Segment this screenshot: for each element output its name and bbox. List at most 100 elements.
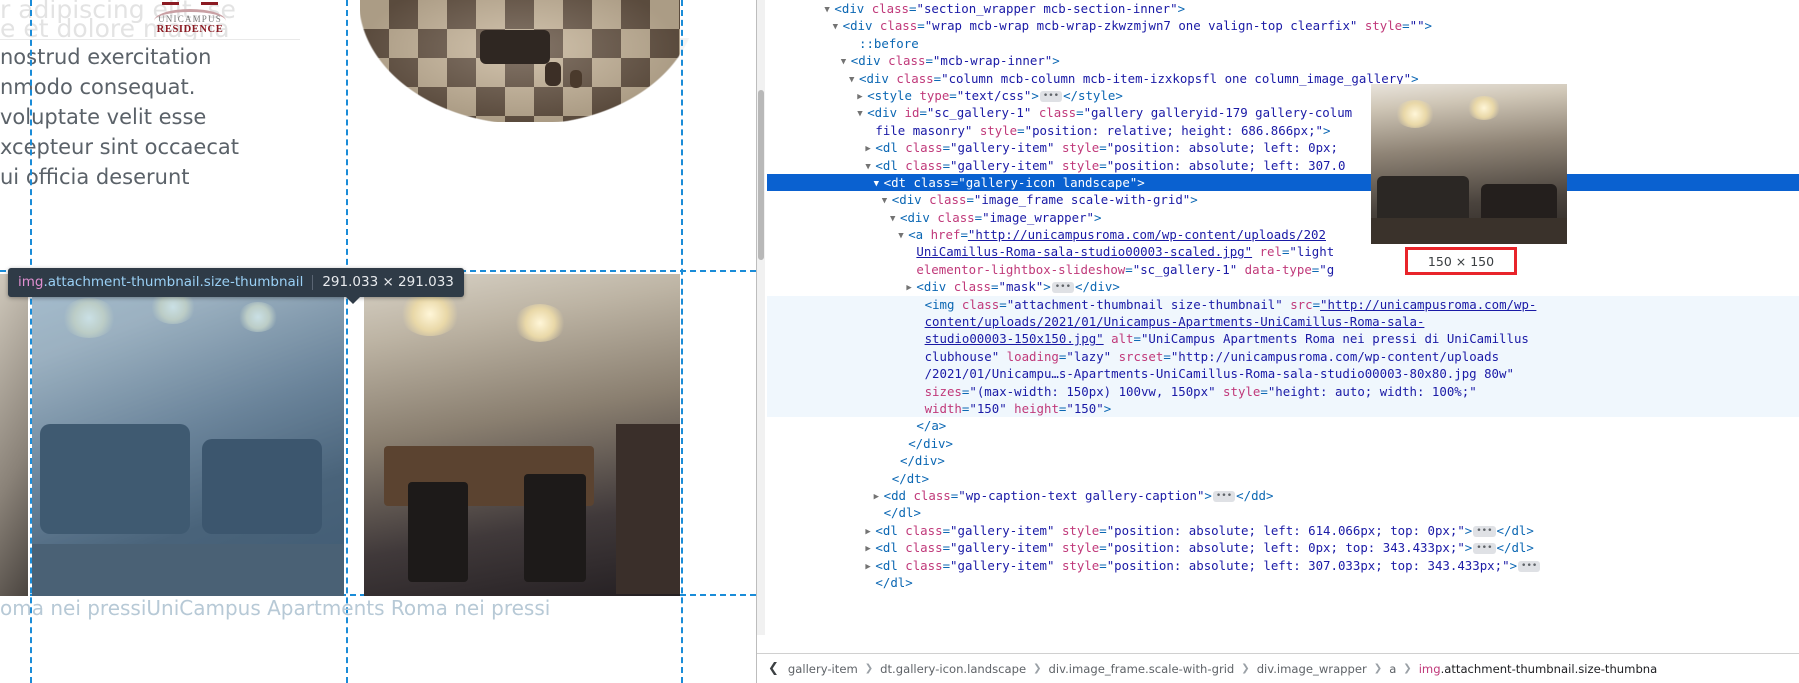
dom-line-content: <dl class="gallery-item" style="position… — [875, 540, 1534, 556]
breadcrumb: ❮ gallery-item ❯ dt.gallery-icon.landscape… — [757, 653, 1799, 683]
dom-line[interactable]: ▼ <div class="mcb-wrap-inner"> — [767, 52, 1799, 69]
dom-line-content: /2021/01/Unicampu…s-Apartments-UniCamill… — [924, 366, 1514, 382]
dom-line[interactable]: ▼ <div class="section_wrapper mcb-section… — [767, 0, 1799, 17]
site-logo[interactable]: UNICAMPUS RESIDENCE — [150, 0, 230, 38]
dom-line-content: UniCamillus-Roma-sala-studio00003-scaled… — [916, 244, 1335, 260]
dom-line[interactable]: ▶ <style type="text/css"> ••• </style> — [767, 87, 1799, 104]
breadcrumb-separator: ❯ — [1241, 663, 1250, 674]
dom-line[interactable]: ▼ <div class="image_frame scale-with-grid… — [767, 191, 1799, 208]
inspector-tooltip: img.attachment-thumbnail.size-thumbnail … — [8, 268, 464, 304]
dom-line-content: <div class="section_wrapper mcb-section-… — [834, 1, 1186, 16]
dom-line[interactable]: ▼ <div class="image_wrapper"> — [767, 209, 1799, 226]
dom-line[interactable]: <img class="attachment-thumbnail size-th… — [767, 295, 1799, 314]
page-body-text: nostrud exercitation nmodo consequat. vo… — [0, 42, 756, 192]
dom-line[interactable]: ▶ <dl class="gallery-item" style="positio… — [767, 139, 1799, 156]
dom-line-content: <div class="wrap mcb-wrap mcb-wrap-zkwzm… — [842, 18, 1433, 34]
breadcrumb-separator: ❯ — [1373, 663, 1383, 674]
dom-line-content: <dl class="gallery-item" style="position… — [875, 157, 1346, 173]
dom-line-content: <div id="sc_gallery-1" class="gallery ga… — [867, 105, 1353, 121]
dom-line-content: </dl> — [875, 574, 913, 590]
dom-line[interactable]: </dl> — [767, 574, 1799, 591]
dom-line[interactable]: file masonry" style="position: relative;… — [767, 122, 1799, 139]
breadcrumb-separator: ❯ — [1403, 663, 1412, 674]
dom-line-content: <dl class="gallery-item" style="position… — [875, 140, 1338, 156]
dom-line-content: </a> — [916, 418, 947, 434]
dom-line-content: file masonry" style="position: relative;… — [875, 122, 1331, 138]
logo-line-2: RESIDENCE — [156, 24, 224, 35]
dom-line[interactable]: ▶ <dl class="gallery-item" style="positio… — [767, 557, 1799, 574]
devtools-spacer — [757, 635, 1799, 653]
dom-line[interactable]: ::before — [767, 35, 1799, 52]
dom-tree-view[interactable]: ▼ <div class="section_wrapper mcb-section… — [767, 0, 1799, 635]
dom-line[interactable]: sizes="(max-width: 150px) 100vw, 150px" … — [767, 382, 1799, 400]
dom-line[interactable]: ▼ <div id="sc_gallery-1" class="gallery g… — [767, 104, 1799, 121]
breadcrumb-separator: ❯ — [1033, 663, 1042, 674]
tooltip-classes: .attachment-thumbnail.size-thumbnail — [43, 274, 304, 290]
gallery-thumb-edge[interactable] — [0, 274, 28, 596]
breadcrumb-item[interactable]: div.image_wrapper — [1255, 662, 1369, 676]
breadcrumb-item[interactable]: dt.gallery-icon.landscape — [878, 662, 1028, 676]
body-line-2: nmodo consequat. — [0, 75, 196, 99]
dom-line[interactable]: ▼ <div class="wrap mcb-wrap mcb-wrap-zkwz… — [767, 17, 1799, 34]
dom-line[interactable]: </div> — [767, 452, 1799, 469]
dom-line[interactable]: studio00003-150x150.jpg" alt="UniCampus … — [767, 330, 1799, 348]
browser-viewport: r adipiscing elit, se e et dolore magna … — [0, 0, 756, 683]
dom-line-content: <div class="mask"> ••• </div> — [916, 279, 1120, 295]
dom-line-content: <div class="column mcb-column mcb-item-i… — [859, 70, 1419, 86]
body-line-5: ui officia deserunt — [0, 165, 190, 189]
dom-line-content: sizes="(max-width: 150px) 100vw, 150px" … — [924, 383, 1477, 399]
dom-line[interactable]: </div> — [767, 435, 1799, 452]
dom-line[interactable]: ▼ <dl class="gallery-item" style="positio… — [767, 157, 1799, 174]
dom-line[interactable]: /2021/01/Unicampu…s-Apartments-UniCamill… — [767, 365, 1799, 383]
dom-line-content: <dl class="gallery-item" style="position… — [875, 522, 1534, 538]
devtools-panel: ▼ <div class="section_wrapper mcb-section… — [756, 0, 1799, 683]
dom-line-content: <img class="attachment-thumbnail size-th… — [924, 296, 1537, 312]
dom-line[interactable]: clubhouse" loading="lazy" srcset="http:/… — [767, 347, 1799, 366]
breadcrumb-item[interactable]: img.attachment-thumbnail.size-thumbna — [1417, 662, 1660, 676]
dom-line[interactable]: UniCamillus-Roma-sala-studio00003-scaled… — [767, 243, 1799, 260]
dom-line-content: <style type="text/css"> ••• </style> — [867, 87, 1123, 103]
gallery-thumb-2[interactable] — [364, 274, 680, 596]
tooltip-selector: img.attachment-thumbnail.size-thumbnail — [18, 274, 303, 290]
gallery-caption-text: oma nei pressiUniCampus Apartments Roma … — [0, 596, 551, 620]
dom-line-content: <dt class="gallery-icon landscape"> — [883, 174, 1145, 190]
dom-line[interactable]: ▶ <dl class="gallery-item" style="positio… — [767, 522, 1799, 539]
dom-line[interactable]: ▼ <div class="column mcb-column mcb-item-… — [767, 70, 1799, 87]
tooltip-divider — [312, 274, 314, 290]
dom-line-content: </div> — [908, 435, 953, 451]
image-preview-popup — [1371, 84, 1567, 244]
scrollbar-track[interactable] — [757, 0, 765, 683]
inspector-highlight-overlay — [32, 274, 344, 596]
body-line-1: nostrud exercitation — [0, 45, 212, 69]
dom-line-content: studio00003-150x150.jpg" alt="UniCampus … — [924, 331, 1529, 347]
breadcrumb-item[interactable]: a — [1387, 662, 1398, 676]
screenshot-root: r adipiscing elit, se e et dolore magna … — [0, 0, 1799, 683]
dom-line-content: <dl class="gallery-item" style="position… — [875, 558, 1541, 573]
dom-line[interactable]: </dt> — [767, 470, 1799, 487]
image-size-badge: 150 × 150 — [1405, 247, 1517, 275]
dom-line[interactable]: ▶ <dd class="wp-caption-text gallery-capt… — [767, 487, 1799, 504]
dom-line[interactable]: ▼ <a href="http://unicampusroma.com/wp-co… — [767, 226, 1799, 243]
dom-line[interactable]: width="150" height="150"> — [767, 399, 1799, 418]
body-line-3: voluptate velit esse — [0, 105, 207, 129]
logo-arc-icon — [154, 9, 226, 21]
tooltip-tag: img — [18, 274, 44, 290]
dom-line-content: <div class="image_wrapper"> — [900, 209, 1102, 225]
scrollbar-thumb[interactable] — [758, 90, 764, 260]
dom-line[interactable]: elementor-lightbox-slideshow="sc_gallery… — [767, 261, 1799, 278]
dom-line-content: </dl> — [883, 505, 921, 521]
breadcrumb-item[interactable]: div.image_frame.scale-with-grid — [1047, 662, 1237, 676]
breadcrumb-back-chevron-left-icon[interactable]: ❮ — [765, 661, 786, 676]
dom-line[interactable]: </a> — [767, 417, 1799, 434]
dom-line[interactable]: ▶ <dl class="gallery-item" style="positio… — [767, 539, 1799, 556]
dom-line[interactable]: content/uploads/2021/01/Unicampus-Apartm… — [767, 313, 1799, 331]
dom-line-content: elementor-lightbox-slideshow="sc_gallery… — [916, 261, 1335, 277]
breadcrumb-item[interactable]: gallery-item — [786, 662, 860, 676]
gallery-thumb-selected[interactable] — [32, 274, 344, 596]
breadcrumb-item-classes: .attachment-thumbnail.size-thumbna — [1440, 661, 1658, 676]
dom-line[interactable]: ▶ <div class="mask"> ••• </div> — [767, 278, 1799, 295]
dom-line-selected[interactable]: ▼ <dt class="gallery-icon landscape"> — [767, 173, 1799, 192]
dom-line[interactable]: </dl> — [767, 504, 1799, 521]
tooltip-dimensions: 291.033 × 291.033 — [322, 274, 454, 290]
devtools-scrollbar[interactable] — [757, 0, 765, 683]
